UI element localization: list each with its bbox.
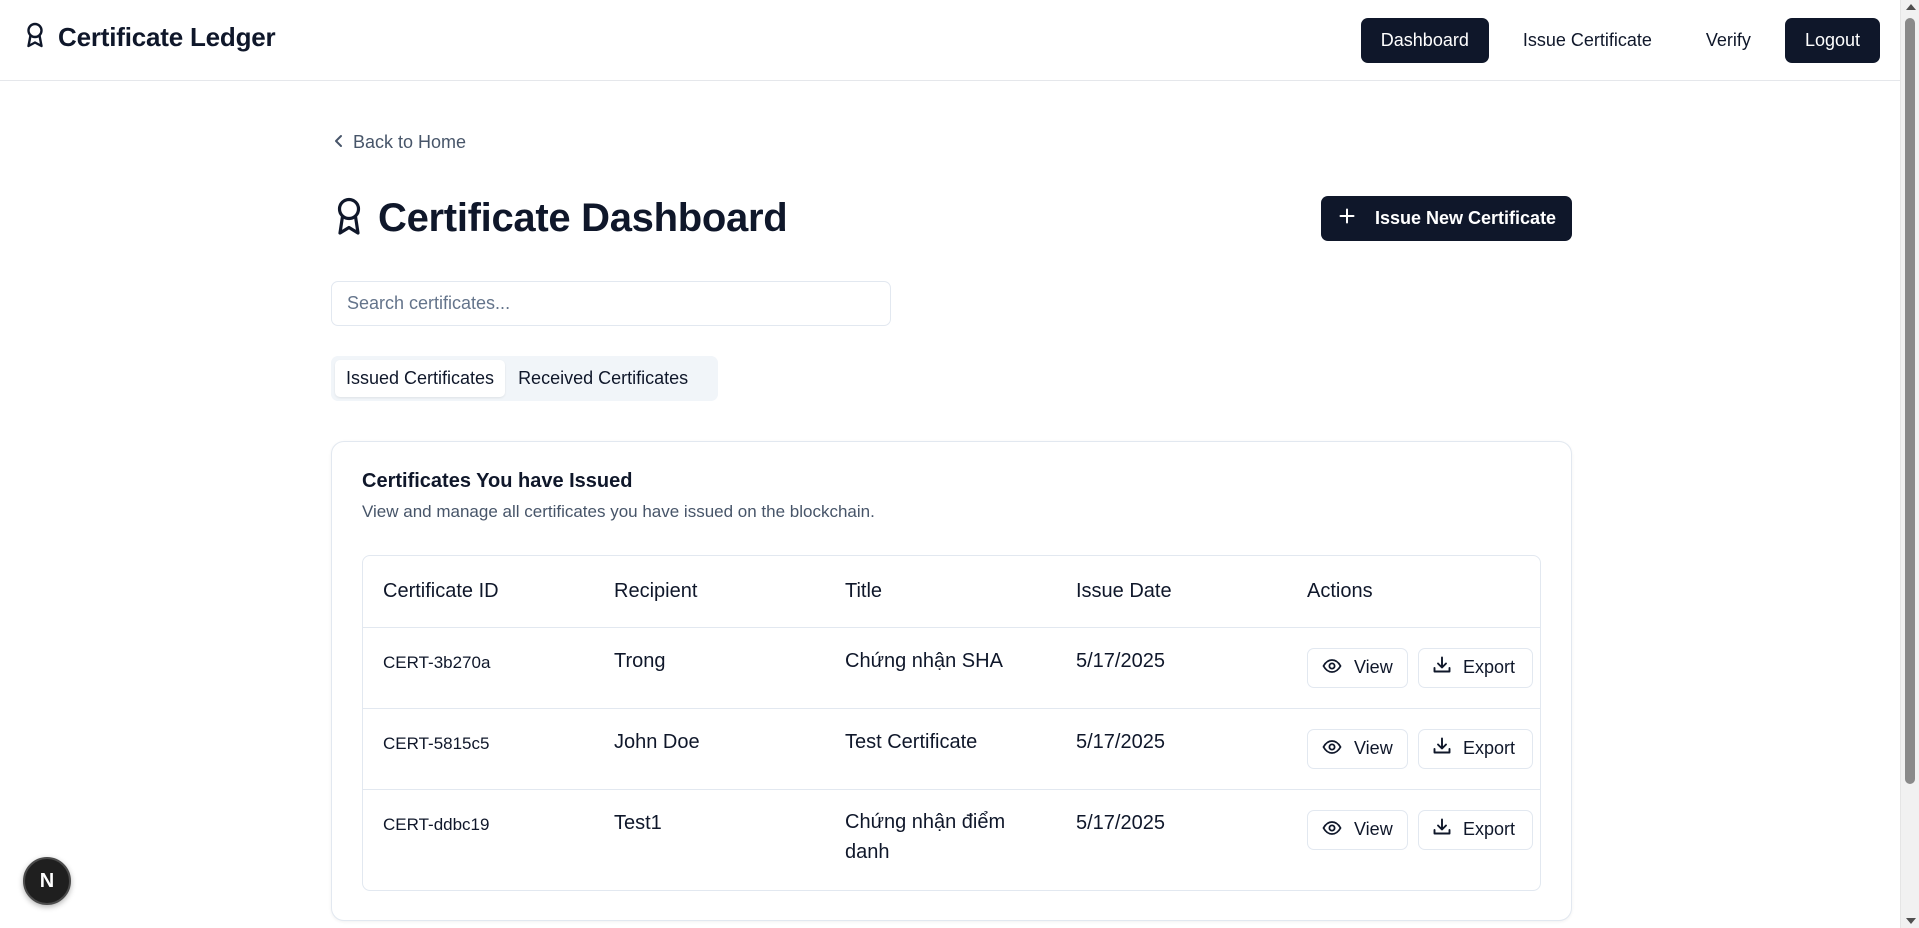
title-cell: Chứng nhận điểm danh — [825, 789, 1056, 889]
actions-cell: View Export — [1287, 627, 1540, 709]
page-scrollbar[interactable] — [1900, 0, 1919, 928]
download-icon — [1433, 656, 1451, 679]
export-button[interactable]: Export — [1418, 647, 1533, 688]
eye-icon — [1322, 657, 1342, 678]
eye-icon — [1322, 738, 1342, 759]
award-icon — [334, 196, 364, 241]
table-row: CERT-5815c5 John Doe Test Certificate 5/… — [363, 708, 1540, 790]
column-header-issue-date: Issue Date — [1056, 556, 1287, 628]
export-button-label: Export — [1463, 657, 1516, 677]
issued-certificates-card: Certificates You have Issued View and ma… — [331, 441, 1572, 921]
column-header-title: Title — [825, 556, 1056, 628]
tab-received-certificates[interactable]: Received Certificates — [507, 360, 699, 397]
scroll-up-arrow-icon[interactable] — [1906, 4, 1916, 10]
certificate-id-cell: CERT-ddbc19 — [383, 814, 490, 834]
download-icon — [1433, 818, 1451, 841]
top-navbar: Certificate Ledger Dashboard Issue Certi… — [0, 0, 1900, 81]
certificate-id-cell: CERT-5815c5 — [363, 708, 594, 790]
issue-date-cell: 5/17/2025 — [1056, 708, 1287, 790]
export-button-label: Export — [1463, 819, 1516, 839]
nav-verify-button[interactable]: Verify — [1686, 18, 1771, 63]
actions-cell: View Export — [1287, 789, 1540, 889]
actions-cell: View Export — [1287, 708, 1540, 790]
page-title: Certificate Dashboard — [378, 196, 788, 240]
card-title: Certificates You have Issued — [362, 470, 633, 492]
view-button-label: View — [1354, 819, 1393, 839]
chevron-left-icon — [334, 132, 343, 153]
view-button[interactable]: View — [1307, 647, 1408, 688]
column-header-recipient: Recipient — [594, 556, 825, 628]
recipient-cell: John Doe — [594, 708, 825, 790]
download-icon — [1433, 737, 1451, 760]
scroll-down-arrow-icon[interactable] — [1906, 918, 1916, 924]
view-button[interactable]: View — [1307, 728, 1408, 769]
table-header-row: Certificate ID Recipient Title Issue Dat… — [363, 556, 1540, 628]
recipient-cell: Trong — [594, 627, 825, 709]
view-button-label: View — [1354, 657, 1393, 677]
eye-icon — [1322, 819, 1342, 840]
title-cell: Test Certificate — [825, 708, 1056, 790]
view-button[interactable]: View — [1307, 809, 1408, 850]
main-nav: Dashboard Issue Certificate Verify Logou… — [1360, 18, 1880, 63]
search-input[interactable] — [331, 281, 891, 326]
plus-icon — [1339, 208, 1355, 229]
award-icon — [24, 22, 46, 53]
brand[interactable]: Certificate Ledger — [24, 22, 276, 53]
column-header-certificate-id: Certificate ID — [363, 556, 594, 628]
column-header-actions: Actions — [1287, 556, 1540, 628]
nav-issue-certificate-button[interactable]: Issue Certificate — [1503, 18, 1672, 63]
issue-new-certificate-button[interactable]: Issue New Certificate — [1321, 196, 1572, 241]
export-button[interactable]: Export — [1418, 728, 1533, 769]
issue-new-certificate-label: Issue New Certificate — [1375, 208, 1557, 228]
title-cell: Chứng nhận SHA — [825, 627, 1056, 709]
recipient-cell: Test1 — [614, 811, 662, 834]
issue-date-cell: 5/17/2025 — [1076, 811, 1165, 834]
dev-tools-badge[interactable]: N — [23, 857, 71, 905]
certificate-id-cell: CERT-3b270a — [363, 627, 594, 709]
table-row: CERT-3b270a Trong Chứng nhận SHA 5/17/20… — [363, 627, 1540, 709]
title-cell-text: Chứng nhận điểm danh — [845, 810, 1006, 863]
table-row: CERT-ddbc19 Test1 Chứng nhận điểm danh 5… — [363, 789, 1540, 889]
back-link-label: Back to Home — [353, 132, 467, 152]
export-button[interactable]: Export — [1418, 809, 1533, 850]
issue-date-cell: 5/17/2025 — [1056, 627, 1287, 709]
back-to-home-link[interactable]: Back to Home — [334, 132, 466, 153]
page-heading: Certificate Dashboard — [334, 196, 788, 241]
logout-button[interactable]: Logout — [1784, 18, 1880, 63]
certificate-tabs: Issued Certificates Received Certificate… — [331, 356, 718, 401]
tab-issued-certificates[interactable]: Issued Certificates — [335, 360, 506, 397]
card-description: View and manage all certificates you hav… — [362, 502, 875, 521]
nav-dashboard-button[interactable]: Dashboard — [1360, 18, 1489, 63]
certificates-table: Certificate ID Recipient Title Issue Dat… — [362, 555, 1541, 891]
brand-name: Certificate Ledger — [58, 22, 276, 52]
scroll-thumb[interactable] — [1905, 18, 1915, 784]
view-button-label: View — [1354, 738, 1393, 758]
export-button-label: Export — [1463, 738, 1516, 758]
